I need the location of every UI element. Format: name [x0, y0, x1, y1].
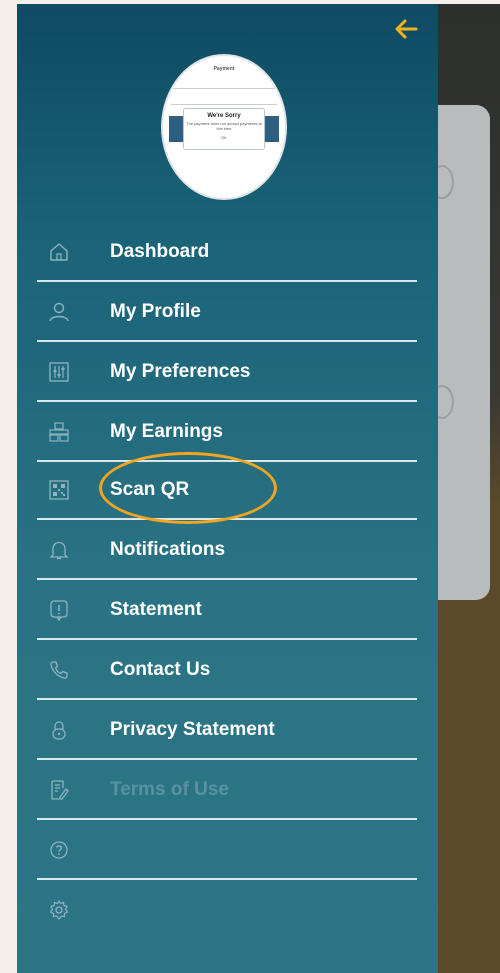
navigation-drawer: Payment We're Sorry The payment does not…	[17, 4, 438, 973]
home-icon	[48, 241, 70, 263]
menu-item-label: Statement	[110, 599, 202, 620]
menu-item-privacy-statement[interactable]: Privacy Statement	[17, 700, 417, 760]
avatar-preview-dialog-button: OK	[221, 135, 227, 140]
avatar-preview-title: Payment	[213, 66, 235, 72]
qr-code-icon	[48, 479, 70, 501]
settings-icon	[48, 899, 70, 921]
avatar-preview-dialog-message: The payment does not accept payments at …	[186, 121, 262, 131]
menu-item-label: My Profile	[110, 301, 201, 322]
menu-item-settings[interactable]	[17, 880, 417, 940]
user-icon	[48, 301, 70, 323]
menu-item-label: Notifications	[110, 539, 226, 560]
menu-item-notifications[interactable]: Notifications	[17, 520, 417, 580]
highlight-ellipse	[99, 452, 277, 524]
menu-item-my-preferences[interactable]: My Preferences	[17, 342, 417, 402]
menu-item-contact-us[interactable]: Contact Us	[17, 640, 417, 700]
menu-item-my-profile[interactable]: My Profile	[17, 282, 417, 342]
menu-item-label: Dashboard	[110, 241, 210, 262]
avatar-preview-dialog-title: We're Sorry	[207, 113, 241, 119]
avatar-preview-dialog: We're Sorry The payment does not accept …	[183, 108, 265, 150]
menu-item-label: My Earnings	[110, 421, 223, 442]
help-icon	[48, 839, 70, 861]
menu-item-statement[interactable]: Statement	[17, 580, 417, 640]
avatar-preview-row	[171, 98, 277, 105]
money-icon	[48, 421, 70, 443]
avatar-preview-row	[173, 82, 275, 89]
avatar[interactable]: Payment We're Sorry The payment does not…	[161, 54, 287, 200]
menu-item-help[interactable]	[17, 820, 417, 880]
menu-item-terms-of-use[interactable]: Terms of Use	[17, 760, 417, 820]
document-edit-icon	[48, 779, 70, 801]
lock-icon	[48, 719, 70, 741]
back-arrow-icon[interactable]	[392, 16, 420, 42]
menu-item-label: Privacy Statement	[110, 719, 275, 740]
sliders-icon	[48, 361, 70, 383]
phone-icon	[48, 659, 70, 681]
menu-item-label: Terms of Use	[110, 779, 229, 800]
menu-item-label: Contact Us	[110, 659, 211, 680]
bell-icon	[48, 539, 70, 561]
menu-item-dashboard[interactable]: Dashboard	[17, 222, 417, 282]
statement-icon	[48, 599, 70, 622]
menu-item-label: My Preferences	[110, 361, 251, 382]
